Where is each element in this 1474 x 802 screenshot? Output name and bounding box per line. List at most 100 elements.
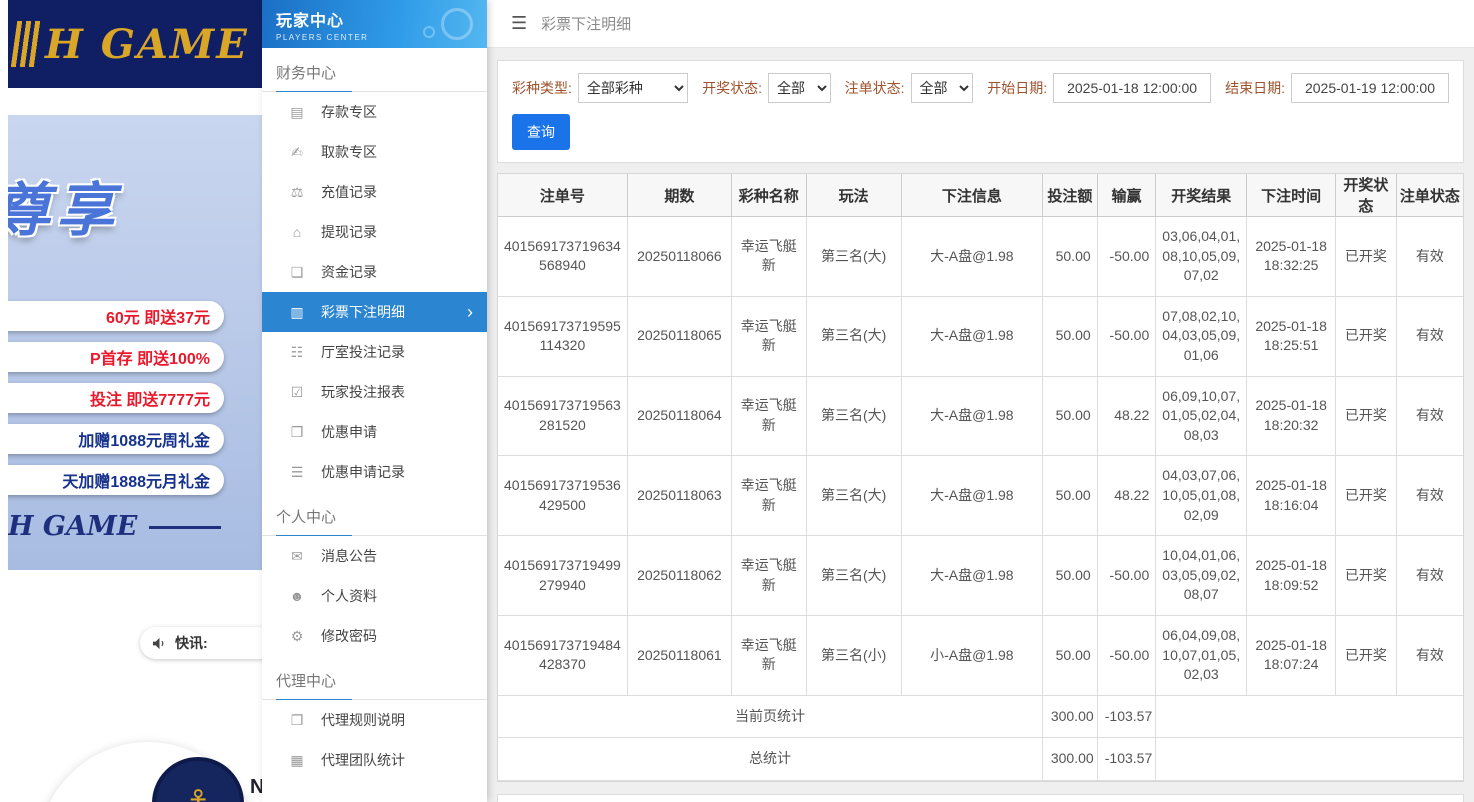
bet-table-summary: 当前页统计 300.00 -103.57 总统计 300.00 -103.57 xyxy=(498,695,1463,781)
page-summary-row: 当前页统计 300.00 -103.57 xyxy=(498,695,1463,739)
cell-win-loss: -50.00 xyxy=(1097,216,1157,297)
sidebar-item-label: 优惠申请 xyxy=(321,424,377,440)
cell-win-loss: -50.00 xyxy=(1097,535,1157,616)
sidebar-item-label: 个人资料 xyxy=(321,588,377,604)
cell-bet-no: 401569173719634568940 xyxy=(498,216,628,297)
query-button[interactable]: 查询 xyxy=(512,114,570,150)
sidebar-item-funds-records[interactable]: ❏ 资金记录 xyxy=(262,252,487,292)
cell-bet-amount: 50.00 xyxy=(1042,296,1098,377)
cell-order-status: 有效 xyxy=(1396,216,1463,297)
cell-order-status: 有效 xyxy=(1396,455,1463,537)
anchor-emblem-icon: ⚓ xyxy=(183,783,213,802)
cell-bet-no: 401569173719499279940 xyxy=(498,535,628,616)
player-center-header: 玩家中心 PLAYERS CENTER xyxy=(262,0,487,48)
speaker-icon xyxy=(152,637,164,649)
topbar: ☰ 彩票下注明细 xyxy=(487,0,1474,48)
news-ticker: 快讯: xyxy=(140,627,262,659)
bet-table: 注单号 期数 彩种名称 玩法 下注信息 投注额 输赢 开奖结果 下注时间 开奖状… xyxy=(498,174,1463,781)
start-date-input[interactable] xyxy=(1053,73,1212,103)
brand-name: H GAME xyxy=(45,20,249,68)
cell-lottery-name: 幸运飞艇新 xyxy=(731,455,807,537)
sidebar-item-deposit[interactable]: ▤ 存款专区 xyxy=(262,92,487,132)
cell-play-type: 第三名(大) xyxy=(806,296,902,377)
cell-bet-amount: 50.00 xyxy=(1042,455,1098,537)
promo-apply-records-icon: ☰ xyxy=(290,463,304,480)
cell-order-status: 有效 xyxy=(1396,296,1463,377)
lottery-type-select[interactable]: 全部彩种 xyxy=(577,73,689,103)
sidebar-item-promo-apply[interactable]: ❒ 优惠申请 xyxy=(262,412,487,452)
sidebar-item-agent-team-stats[interactable]: ▦ 代理团队统计 xyxy=(262,740,487,780)
page-title: 彩票下注明细 xyxy=(541,16,632,33)
cell-issue-number: 20250118065 xyxy=(627,296,732,377)
start-date-label: 开始日期: xyxy=(987,80,1048,96)
sidebar-item-profile[interactable]: ☻ 个人资料 xyxy=(262,576,487,616)
sidebar-section-label: 财务中心 xyxy=(262,58,487,92)
sidebar-item-label: 消息公告 xyxy=(321,548,377,564)
cell-bet-time: 2025-01-18 18:20:32 xyxy=(1246,376,1337,457)
cell-draw-result: 06,04,09,08,10,07,01,05,02,03 xyxy=(1155,615,1248,696)
end-date-label: 结束日期: xyxy=(1225,80,1285,96)
cell-order-status: 有效 xyxy=(1396,535,1463,616)
cell-play-type: 第三名(小) xyxy=(806,615,902,696)
col-header-issue: 期数 xyxy=(627,174,732,217)
col-header-bet-time: 下注时间 xyxy=(1246,174,1337,217)
sidebar-item-hall-bet-records[interactable]: ☷ 厅室投注记录 xyxy=(262,332,487,372)
chart-icon: ▦ xyxy=(290,751,304,768)
cell-play-type: 第三名(大) xyxy=(806,455,902,537)
col-header-win-loss: 输赢 xyxy=(1097,174,1157,217)
table-row: 401569173719634568940 20250118066 幸运飞艇新 第三名… xyxy=(498,216,1463,297)
sidebar-section-label: 代理中心 xyxy=(262,666,487,700)
sidebar-item-label: 取款专区 xyxy=(321,144,377,160)
cell-bet-no: 401569173719595114320 xyxy=(498,296,628,377)
promo-pill: 加赠1088元周礼金 xyxy=(8,424,224,454)
sidebar-item-withdraw[interactable]: ✍ 取款专区 xyxy=(262,132,487,172)
promo-banner: 尊享 60元 即送37元 P首存 即送100% 投注 即送7777元加赠1088元周… xyxy=(8,115,262,570)
withdraw-icon: ✍ xyxy=(291,143,303,160)
cell-issue-number: 20250118066 xyxy=(627,216,732,297)
cell-draw-status: 已开奖 xyxy=(1335,535,1397,616)
app-root: H GAME 尊享 60元 即送37元 P首存 即送100% 投注 即送7777元加… xyxy=(0,0,1474,802)
sidebar-body: 财务中心 ▤ 存款专区 ✍ 取款专区 ⚖ 充值记录 ⌂ 提现记录 ❏ 资金记录 ▥ 彩票下注明细 › ☷ 厅室… xyxy=(262,48,487,802)
cell-bet-info: 大-A盘@1.98 xyxy=(901,216,1044,297)
bottom-logo-letter: N xyxy=(250,776,262,798)
col-header-draw-status: 开奖状态 xyxy=(1335,174,1397,217)
sidebar-item-label: 充值记录 xyxy=(321,184,377,200)
col-header-bet-no: 注单号 xyxy=(498,174,628,217)
cell-order-status: 有效 xyxy=(1396,376,1463,457)
sidebar-item-label: 提现记录 xyxy=(321,224,377,240)
col-header-play-type: 玩法 xyxy=(806,174,902,217)
recharge-records-icon: ⚖ xyxy=(290,183,304,200)
table-header-row: 注单号 期数 彩种名称 玩法 下注信息 投注额 输赢 开奖结果 下注时间 开奖状… xyxy=(498,174,1463,217)
sidebar-item-change-password[interactable]: ⚙ 修改密码 xyxy=(262,616,487,656)
main-area: ☰ 彩票下注明细 彩种类型: 全部彩种 开奖状态: 全部 注单状态: 全部 开始… xyxy=(487,0,1474,802)
grand-summary-winloss-total: -103.57 xyxy=(1097,737,1157,781)
sidebar-item-recharge-records[interactable]: ⚖ 充值记录 xyxy=(262,172,487,212)
cell-lottery-name: 幸运飞艇新 xyxy=(731,376,807,457)
col-header-order-status: 注单状态 xyxy=(1396,174,1463,217)
cell-draw-result: 06,09,10,07,01,05,02,04,08,03 xyxy=(1155,376,1248,457)
sidebar-item-lottery-bet-details[interactable]: ▥ 彩票下注明细 › xyxy=(262,292,487,332)
sidebar-item-agent-rules[interactable]: ❐ 代理规则说明 xyxy=(262,700,487,740)
bell-icon: ✉ xyxy=(291,547,303,564)
menu-toggle-icon[interactable]: ☰ xyxy=(511,13,527,34)
cell-lottery-name: 幸运飞艇新 xyxy=(731,615,807,696)
sidebar-item-player-bet-report[interactable]: ☑ 玩家投注报表 xyxy=(262,372,487,412)
cell-draw-result: 07,08,02,10,04,03,05,09,01,06 xyxy=(1155,296,1248,377)
end-date-input[interactable] xyxy=(1290,73,1449,103)
draw-status-select[interactable]: 全部 xyxy=(768,73,831,103)
sidebar-item-messages[interactable]: ✉ 消息公告 xyxy=(262,536,487,576)
brand-logo-icon xyxy=(10,21,44,67)
pagination-bar: 每页显示20条 共6条 首页 上一页 1 下一页 第 页 跳转 xyxy=(497,793,1464,802)
order-status-select[interactable]: 全部 xyxy=(910,73,974,103)
sidebar-item-withdrawal-records[interactable]: ⌂ 提现记录 xyxy=(262,212,487,252)
cell-bet-time: 2025-01-18 18:32:25 xyxy=(1246,216,1337,297)
lottery-type-label: 彩种类型: xyxy=(512,80,572,96)
header-decoration-circle xyxy=(441,8,473,40)
brand-dash xyxy=(149,526,222,529)
promo-pill: 投注 即送7777元 xyxy=(8,383,224,413)
sidebar-item-label: 资金记录 xyxy=(321,264,377,280)
table-row: 401569173719563281520 20250118064 幸运飞艇新 第三名… xyxy=(498,376,1463,457)
sidebar-item-promo-apply-records[interactable]: ☰ 优惠申请记录 xyxy=(262,452,487,492)
sidebar-item-label: 优惠申请记录 xyxy=(321,464,405,480)
deposit-icon: ▤ xyxy=(290,103,304,120)
